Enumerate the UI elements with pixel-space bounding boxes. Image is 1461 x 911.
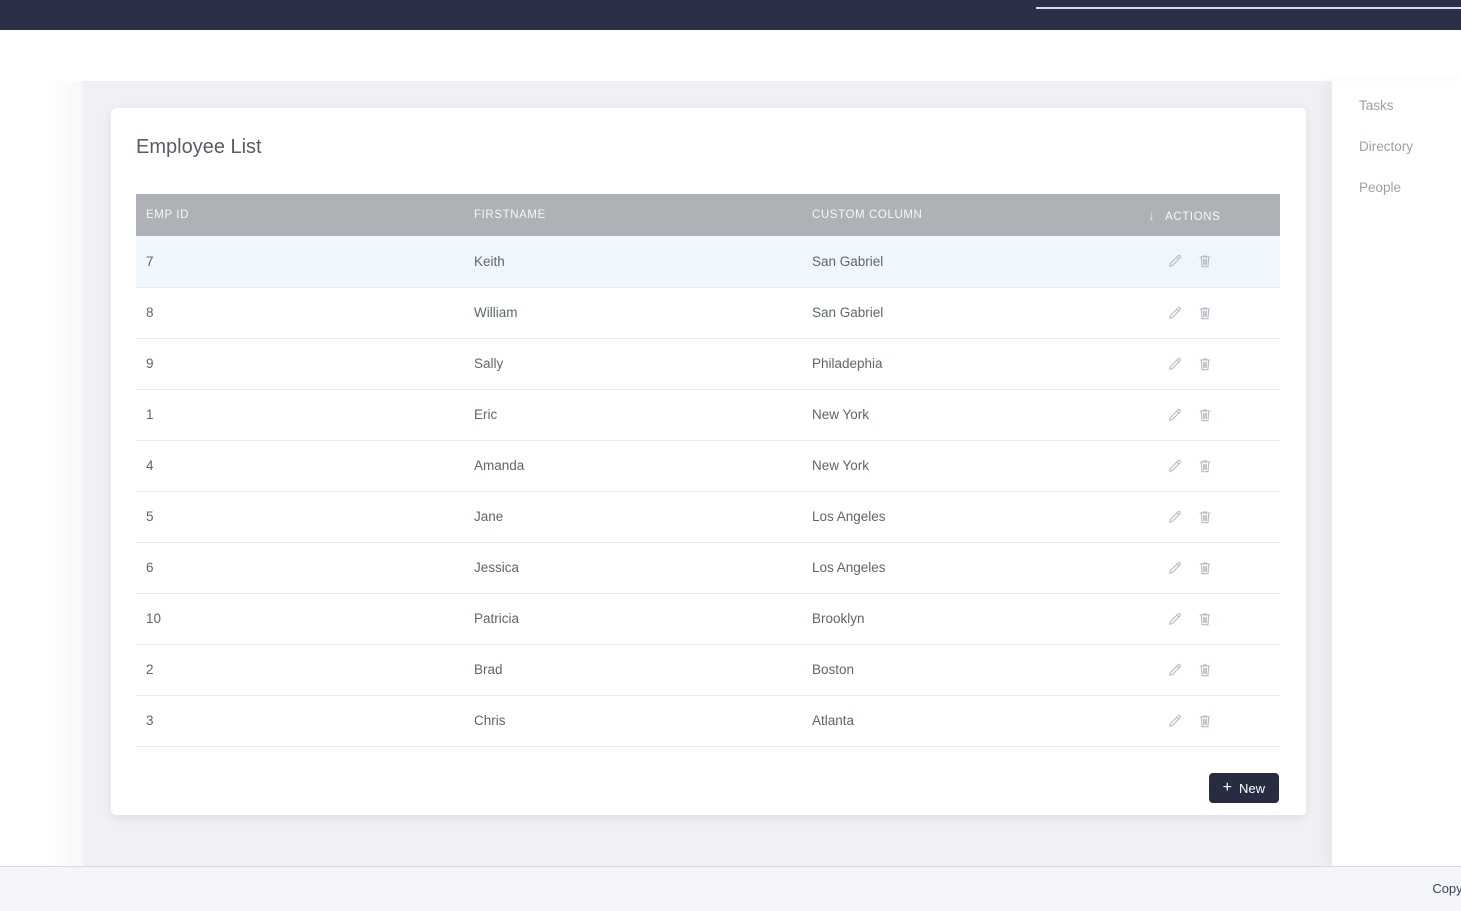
cell-firstname: Chris bbox=[464, 695, 802, 746]
delete-icon[interactable] bbox=[1197, 356, 1213, 372]
column-header-actions[interactable]: ↓ ACTIONS bbox=[1140, 194, 1280, 236]
cell-actions bbox=[1140, 236, 1280, 287]
edit-icon[interactable] bbox=[1167, 713, 1183, 729]
column-header-firstname[interactable]: FIRSTNAME bbox=[464, 194, 802, 236]
new-button-label: New bbox=[1239, 781, 1265, 796]
column-header-custom-column[interactable]: CUSTOM COLUMN bbox=[802, 194, 1140, 236]
cell-actions bbox=[1140, 491, 1280, 542]
cell-actions bbox=[1140, 287, 1280, 338]
footer: Copyr bbox=[0, 866, 1461, 911]
cell-emp-id: 10 bbox=[136, 593, 464, 644]
cell-emp-id: 8 bbox=[136, 287, 464, 338]
table-header-row: EMP ID FIRSTNAME CUSTOM COLUMN ↓ ACTIONS bbox=[136, 194, 1280, 236]
cell-emp-id: 9 bbox=[136, 338, 464, 389]
cell-custom-column: Los Angeles bbox=[802, 542, 1140, 593]
cell-actions bbox=[1140, 695, 1280, 746]
header-band bbox=[0, 30, 1461, 81]
edit-icon[interactable] bbox=[1167, 611, 1183, 627]
edit-icon[interactable] bbox=[1167, 509, 1183, 525]
cell-custom-column: New York bbox=[802, 440, 1140, 491]
edit-icon[interactable] bbox=[1167, 407, 1183, 423]
employee-table: EMP ID FIRSTNAME CUSTOM COLUMN ↓ACTIONS … bbox=[136, 194, 1280, 747]
table-row[interactable]: 6 Jessica Los Angeles bbox=[136, 542, 1280, 593]
delete-icon[interactable] bbox=[1197, 305, 1213, 321]
sidebar-item-directory[interactable]: Directory bbox=[1359, 126, 1461, 167]
cell-firstname: Eric bbox=[464, 389, 802, 440]
edit-icon[interactable] bbox=[1167, 253, 1183, 269]
employee-table-body: 7 Keith San Gabriel bbox=[136, 236, 1280, 746]
cell-firstname: Patricia bbox=[464, 593, 802, 644]
edit-icon[interactable] bbox=[1167, 458, 1183, 474]
delete-icon[interactable] bbox=[1197, 253, 1213, 269]
cell-custom-column: New York bbox=[802, 389, 1140, 440]
cell-custom-column: Philadephia bbox=[802, 338, 1140, 389]
new-button[interactable]: + New bbox=[1209, 773, 1279, 803]
table-row[interactable]: 5 Jane Los Angeles bbox=[136, 491, 1280, 542]
table-row[interactable]: 8 William San Gabriel bbox=[136, 287, 1280, 338]
top-navbar bbox=[0, 0, 1461, 30]
cell-emp-id: 1 bbox=[136, 389, 464, 440]
column-header-actions-label: ACTIONS bbox=[1165, 211, 1220, 223]
delete-icon[interactable] bbox=[1197, 611, 1213, 627]
cell-custom-column: San Gabriel bbox=[802, 287, 1140, 338]
cell-custom-column: Boston bbox=[802, 644, 1140, 695]
cell-emp-id: 7 bbox=[136, 236, 464, 287]
sort-descending-icon[interactable]: ↓ bbox=[1148, 208, 1155, 223]
employee-table-wrap: EMP ID FIRSTNAME CUSTOM COLUMN ↓ACTIONS … bbox=[136, 194, 1280, 747]
cell-firstname: Keith bbox=[464, 236, 802, 287]
cell-actions bbox=[1140, 440, 1280, 491]
table-row[interactable]: 7 Keith San Gabriel bbox=[136, 236, 1280, 287]
right-sidebar: Tasks Directory People bbox=[1332, 81, 1461, 866]
delete-icon[interactable] bbox=[1197, 662, 1213, 678]
cell-emp-id: 4 bbox=[136, 440, 464, 491]
table-row[interactable]: 1 Eric New York bbox=[136, 389, 1280, 440]
delete-icon[interactable] bbox=[1197, 560, 1213, 576]
plus-icon: + bbox=[1223, 780, 1232, 796]
cell-firstname: Jessica bbox=[464, 542, 802, 593]
table-row[interactable]: 10 Patricia Brooklyn bbox=[136, 593, 1280, 644]
cell-custom-column: Los Angeles bbox=[802, 491, 1140, 542]
column-header-emp-id[interactable]: EMP ID bbox=[136, 194, 464, 236]
cell-firstname: Sally bbox=[464, 338, 802, 389]
cell-actions bbox=[1140, 542, 1280, 593]
cell-custom-column: Brooklyn bbox=[802, 593, 1140, 644]
delete-icon[interactable] bbox=[1197, 509, 1213, 525]
edit-icon[interactable] bbox=[1167, 560, 1183, 576]
employee-list-card: Employee List EMP ID FIRSTNAME CUSTOM CO… bbox=[111, 108, 1306, 815]
cell-firstname: Jane bbox=[464, 491, 802, 542]
cell-actions bbox=[1140, 644, 1280, 695]
delete-icon[interactable] bbox=[1197, 713, 1213, 729]
sidebar-item-tasks[interactable]: Tasks bbox=[1359, 85, 1461, 126]
cell-firstname: Amanda bbox=[464, 440, 802, 491]
cell-emp-id: 5 bbox=[136, 491, 464, 542]
table-row[interactable]: 9 Sally Philadephia bbox=[136, 338, 1280, 389]
delete-icon[interactable] bbox=[1197, 407, 1213, 423]
table-row[interactable]: 3 Chris Atlanta bbox=[136, 695, 1280, 746]
cell-custom-column: Atlanta bbox=[802, 695, 1140, 746]
page-title: Employee List bbox=[136, 136, 262, 159]
cell-firstname: Brad bbox=[464, 644, 802, 695]
left-gutter bbox=[0, 81, 83, 866]
cell-actions bbox=[1140, 389, 1280, 440]
copyright-text: Copyr bbox=[1432, 881, 1461, 896]
edit-icon[interactable] bbox=[1167, 356, 1183, 372]
edit-icon[interactable] bbox=[1167, 305, 1183, 321]
delete-icon[interactable] bbox=[1197, 458, 1213, 474]
edit-icon[interactable] bbox=[1167, 662, 1183, 678]
cell-emp-id: 2 bbox=[136, 644, 464, 695]
cell-actions bbox=[1140, 338, 1280, 389]
cell-emp-id: 3 bbox=[136, 695, 464, 746]
cell-custom-column: San Gabriel bbox=[802, 236, 1140, 287]
table-row[interactable]: 4 Amanda New York bbox=[136, 440, 1280, 491]
cell-actions bbox=[1140, 593, 1280, 644]
navbar-input-underline bbox=[1036, 7, 1461, 9]
cell-firstname: William bbox=[464, 287, 802, 338]
cell-emp-id: 6 bbox=[136, 542, 464, 593]
table-row[interactable]: 2 Brad Boston bbox=[136, 644, 1280, 695]
sidebar-item-people[interactable]: People bbox=[1359, 167, 1461, 208]
